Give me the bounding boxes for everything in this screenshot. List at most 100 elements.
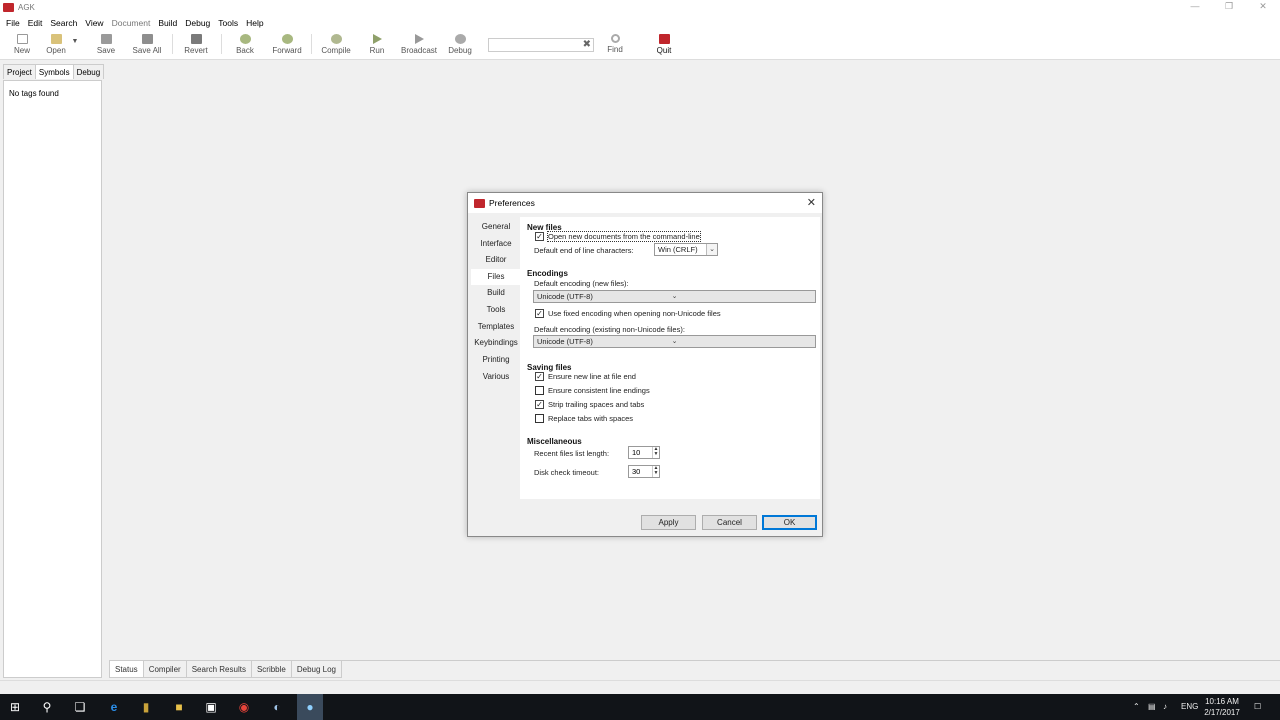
tab-compiler[interactable]: Compiler	[142, 661, 187, 678]
network-icon[interactable]: ▤	[1148, 694, 1156, 720]
existing-encoding-select[interactable]: Unicode (UTF-8) ⌄	[533, 335, 816, 348]
open-button[interactable]: Open	[42, 32, 70, 58]
agk-taskbar-icon[interactable]: ●	[297, 694, 323, 720]
tray-chevron-icon[interactable]: ⌃	[1133, 694, 1140, 720]
replace-tabs-checkbox[interactable]	[535, 414, 544, 423]
forward-arrow-icon	[281, 34, 293, 44]
fixed-encoding-label[interactable]: Use fixed encoding when opening non-Unic…	[548, 309, 721, 318]
open-cmdline-label[interactable]: Open new documents from the command-line	[547, 231, 701, 242]
maximize-icon[interactable]: ❐	[1212, 0, 1246, 15]
menu-search[interactable]: Search	[46, 18, 81, 28]
fixed-encoding-checkbox[interactable]: ✓	[535, 309, 544, 318]
volume-icon[interactable]: ♪	[1163, 694, 1167, 720]
debug-button[interactable]: Debug	[446, 32, 474, 58]
close-icon[interactable]: ✕	[807, 196, 816, 209]
menu-document[interactable]: Document	[108, 18, 155, 28]
consistent-endings-checkbox[interactable]	[535, 386, 544, 395]
tab-debug-log[interactable]: Debug Log	[290, 661, 343, 678]
ok-button[interactable]: OK	[762, 515, 817, 530]
search-icon[interactable]: ⚲	[38, 698, 56, 716]
save-button[interactable]: Save	[93, 32, 119, 58]
back-button[interactable]: Back	[232, 32, 258, 58]
new-line-end-checkbox[interactable]: ✓	[535, 372, 544, 381]
menu-help[interactable]: Help	[242, 18, 267, 28]
nav-keybindings[interactable]: Keybindings	[471, 335, 521, 351]
nav-printing[interactable]: Printing	[471, 352, 521, 368]
menu-edit[interactable]: Edit	[24, 18, 47, 28]
save-all-button[interactable]: Save All	[128, 32, 166, 58]
broadcast-button[interactable]: Broadcast	[399, 32, 439, 58]
tab-debug[interactable]: Debug	[72, 64, 105, 79]
nav-general[interactable]: General	[471, 219, 521, 235]
eol-select[interactable]: Win (CRLF) ⌄	[654, 243, 718, 256]
files-settings-page: New files ✓ Open new documents from the …	[520, 217, 820, 499]
clock[interactable]: 10:16 AM 2/17/2017	[1198, 696, 1246, 718]
save-all-icon	[141, 34, 153, 44]
forward-label: Forward	[272, 46, 302, 55]
nav-build[interactable]: Build	[471, 285, 521, 301]
menu-tools[interactable]: Tools	[214, 18, 242, 28]
strip-trailing-checkbox[interactable]: ✓	[535, 400, 544, 409]
edge-icon[interactable]: e	[105, 698, 123, 716]
toolbar-separator	[221, 34, 222, 54]
revert-button[interactable]: Revert	[180, 32, 212, 58]
new-file-icon	[16, 34, 28, 44]
tab-status[interactable]: Status	[109, 661, 144, 678]
nav-templates[interactable]: Templates	[471, 319, 521, 335]
app-icon[interactable]: ▮	[137, 698, 155, 716]
tab-project[interactable]: Project	[3, 64, 36, 79]
replace-tabs-label[interactable]: Replace tabs with spaces	[548, 414, 633, 423]
quit-button[interactable]: Quit	[651, 32, 677, 58]
tab-symbols[interactable]: Symbols	[34, 64, 74, 79]
new-line-end-label[interactable]: Ensure new line at file end	[548, 372, 636, 381]
store-icon[interactable]: ▣	[202, 698, 220, 716]
cancel-button[interactable]: Cancel	[702, 515, 757, 530]
no-tags-message: No tags found	[9, 89, 59, 98]
spinner-arrows-icon[interactable]: ▲ ▼	[652, 447, 659, 458]
find-button[interactable]: Find	[603, 32, 627, 58]
nav-interface[interactable]: Interface	[471, 236, 521, 252]
windows-start-icon[interactable]: ⊞	[6, 698, 24, 716]
open-cmdline-checkbox[interactable]: ✓	[535, 232, 544, 241]
eol-label: Default end of line characters:	[534, 246, 634, 255]
toolbar: New Open ▼ Save Save All Revert Back For…	[0, 30, 1280, 60]
taskbar: ⊞ ⚲ ❏ e ▮ ■ ▣ ◉ ◐ ● ⌃ ▤ ♪ ENG 10:16 AM 2…	[0, 694, 1280, 720]
open-dropdown-button[interactable]: ▼	[70, 38, 80, 64]
minimize-icon[interactable]: —	[1178, 0, 1212, 15]
strip-trailing-label[interactable]: Strip trailing spaces and tabs	[548, 400, 644, 409]
nav-tools[interactable]: Tools	[471, 302, 521, 318]
nav-various[interactable]: Various	[471, 369, 521, 385]
language-indicator[interactable]: ENG	[1181, 694, 1198, 720]
toolbar-search-input[interactable]: ✖	[488, 38, 594, 52]
new-encoding-select[interactable]: Unicode (UTF-8) ⌄	[533, 290, 816, 303]
menu-debug[interactable]: Debug	[181, 18, 214, 28]
open-label: Open	[46, 46, 66, 55]
title-bar: AGK — ❐ ✕	[0, 0, 1280, 15]
save-icon	[100, 34, 112, 44]
notifications-icon[interactable]: ☐	[1254, 694, 1261, 720]
nav-files[interactable]: Files	[471, 269, 521, 285]
find-label: Find	[607, 45, 623, 54]
symbols-panel: No tags found	[3, 80, 102, 678]
menu-view[interactable]: View	[81, 18, 107, 28]
compile-button[interactable]: Compile	[319, 32, 353, 58]
menu-file[interactable]: File	[2, 18, 24, 28]
file-explorer-icon[interactable]: ■	[170, 698, 188, 716]
tab-search-results[interactable]: Search Results	[185, 661, 252, 678]
new-button[interactable]: New	[9, 32, 35, 58]
task-view-icon[interactable]: ❏	[71, 698, 89, 716]
apply-button[interactable]: Apply	[641, 515, 696, 530]
clear-search-icon[interactable]: ✖	[583, 39, 591, 51]
consistent-endings-label[interactable]: Ensure consistent line endings	[548, 386, 650, 395]
menu-build[interactable]: Build	[154, 18, 181, 28]
close-window-icon[interactable]: ✕	[1246, 0, 1280, 15]
disk-check-spinner[interactable]: 30 ▲ ▼	[628, 465, 660, 478]
spinner-arrows-icon[interactable]: ▲ ▼	[652, 466, 659, 477]
run-button[interactable]: Run	[366, 32, 388, 58]
chrome-icon[interactable]: ◉	[235, 698, 253, 716]
steam-icon[interactable]: ◐	[268, 698, 286, 716]
forward-button[interactable]: Forward	[270, 32, 304, 58]
recent-files-spinner[interactable]: 10 ▲ ▼	[628, 446, 660, 459]
nav-editor[interactable]: Editor	[471, 252, 521, 268]
tab-scribble[interactable]: Scribble	[250, 661, 292, 678]
